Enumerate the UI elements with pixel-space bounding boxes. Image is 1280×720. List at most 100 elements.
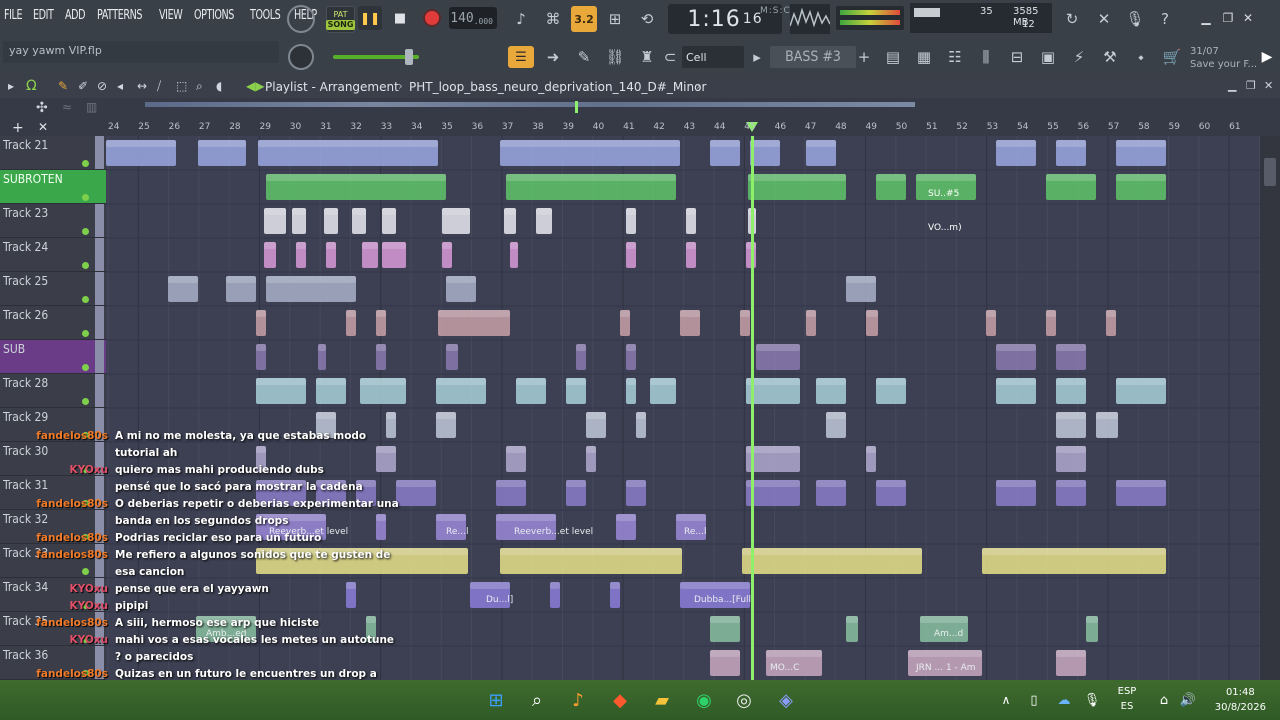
clip-header[interactable] [576, 344, 586, 351]
clip-header[interactable] [1106, 310, 1116, 317]
mute-tool-icon[interactable]: ◂ [117, 79, 123, 93]
clip-header[interactable] [376, 514, 386, 521]
clip-header[interactable] [746, 480, 800, 487]
mixer-icon[interactable]: ⫼ [973, 44, 999, 70]
clip-header[interactable] [1056, 344, 1086, 351]
clip-header[interactable] [504, 208, 516, 215]
stamp-icon[interactable]: ♜ [634, 44, 660, 70]
clip-header[interactable] [316, 378, 346, 385]
clip-header[interactable] [396, 480, 436, 487]
clip-header[interactable] [748, 174, 846, 181]
clip-header[interactable] [362, 242, 378, 249]
draw-tool-icon[interactable]: ✎ [58, 79, 68, 93]
clip-header[interactable] [366, 616, 376, 623]
help-icon[interactable]: ? [1152, 6, 1178, 32]
clip-header[interactable] [876, 378, 906, 385]
playlist-icon[interactable]: ▤ [880, 44, 906, 70]
track-color-strip[interactable] [95, 204, 104, 237]
track-color-strip[interactable] [95, 272, 104, 305]
clip-header[interactable] [636, 412, 646, 419]
clip-header[interactable] [1056, 446, 1086, 453]
windows-start-icon[interactable]: ⊞ [482, 686, 510, 714]
obs-icon[interactable]: ◎ [730, 686, 758, 714]
clip-header[interactable] [586, 412, 606, 419]
clock[interactable]: 01:48 30/8/2026 [1215, 685, 1266, 715]
search-icon[interactable]: ⌕ [523, 686, 551, 714]
magnet-icon[interactable]: ⊂ [660, 44, 680, 70]
track-header[interactable]: SUB [0, 340, 106, 374]
track-color-strip[interactable] [95, 340, 104, 373]
volume-handle[interactable] [405, 49, 413, 65]
clip-header[interactable] [620, 310, 630, 317]
clip-header[interactable] [806, 140, 836, 147]
clip-header[interactable] [816, 480, 846, 487]
clip-header[interactable] [382, 242, 406, 249]
expand-arrow-icon[interactable]: ▸ [8, 79, 14, 93]
clip-header[interactable] [516, 378, 546, 385]
clip-header[interactable] [1096, 412, 1118, 419]
blend-notes-icon[interactable]: ⊞ [602, 6, 628, 32]
playlist-maximize-icon[interactable]: ❐ [1246, 79, 1256, 92]
clip-header[interactable] [436, 412, 456, 419]
clip-header[interactable] [746, 378, 800, 385]
clip-header[interactable] [536, 208, 552, 215]
stop-button[interactable]: ■ [388, 6, 412, 30]
clip-header[interactable] [550, 582, 560, 589]
clip-header[interactable] [650, 378, 676, 385]
clip-header[interactable] [742, 548, 922, 555]
clip-header[interactable] [292, 208, 306, 215]
clip-header[interactable] [1116, 174, 1166, 181]
language-indicator[interactable]: ESP ES [1112, 684, 1142, 714]
track-color-strip[interactable] [95, 238, 104, 271]
playhead[interactable] [751, 136, 754, 680]
clip-header[interactable] [106, 140, 176, 147]
select-tool-icon[interactable]: ⬚ [176, 79, 187, 93]
snap-overview-icon[interactable]: ≈ [62, 100, 72, 114]
clip-header[interactable] [436, 514, 466, 521]
clip-header[interactable] [756, 344, 800, 351]
clip-header[interactable] [256, 344, 266, 351]
clip-header[interactable] [1046, 310, 1056, 317]
track-header[interactable]: Track 24 [0, 238, 106, 272]
clip-header[interactable] [510, 242, 518, 249]
clip-header[interactable] [986, 310, 996, 317]
whatsapp-icon[interactable]: ◉ [690, 686, 718, 714]
clip-header[interactable] [1116, 480, 1166, 487]
track-color-strip[interactable] [95, 136, 104, 169]
clip-header[interactable] [264, 208, 286, 215]
clip-header[interactable] [806, 310, 816, 317]
clip-header[interactable] [740, 310, 750, 317]
track-color-strip[interactable] [95, 170, 104, 203]
track-header[interactable]: SUBROTEN [0, 170, 106, 204]
clip-header[interactable] [1116, 378, 1166, 385]
clip-header[interactable] [296, 242, 306, 249]
clip-header[interactable] [438, 310, 510, 317]
clip-header[interactable] [626, 378, 636, 385]
track-header[interactable]: Track 28 [0, 374, 106, 408]
cart-icon[interactable]: 🛒 [1159, 44, 1185, 70]
link-icon[interactable]: ⛓ [602, 44, 628, 70]
snap-selector[interactable]: Cell [682, 46, 744, 68]
clip-header[interactable] [346, 310, 356, 317]
clip-header[interactable] [680, 582, 750, 589]
master-pitch-knob[interactable] [288, 44, 314, 70]
clip-header[interactable] [982, 548, 1166, 555]
menu-tools[interactable]: TOOLS [250, 8, 281, 23]
clip-header[interactable] [876, 174, 906, 181]
scroll-thumb[interactable] [1264, 158, 1276, 186]
clip-header[interactable] [1046, 174, 1096, 181]
clip-header[interactable] [920, 616, 968, 623]
project-icon[interactable]: ▣ [1035, 44, 1061, 70]
clip-header[interactable] [686, 242, 696, 249]
track-header[interactable]: Track 25 [0, 272, 106, 306]
clip-header[interactable] [376, 446, 396, 453]
track-enable-led[interactable] [82, 296, 89, 303]
clip-header[interactable] [846, 276, 876, 283]
clip-header[interactable] [500, 140, 680, 147]
clip-header[interactable] [616, 514, 636, 521]
clip-header[interactable] [680, 310, 700, 317]
playlist-minimize-icon[interactable]: ▁ [1228, 79, 1236, 92]
track-enable-led[interactable] [82, 262, 89, 269]
clip-header[interactable] [266, 174, 446, 181]
clip-header[interactable] [626, 344, 636, 351]
